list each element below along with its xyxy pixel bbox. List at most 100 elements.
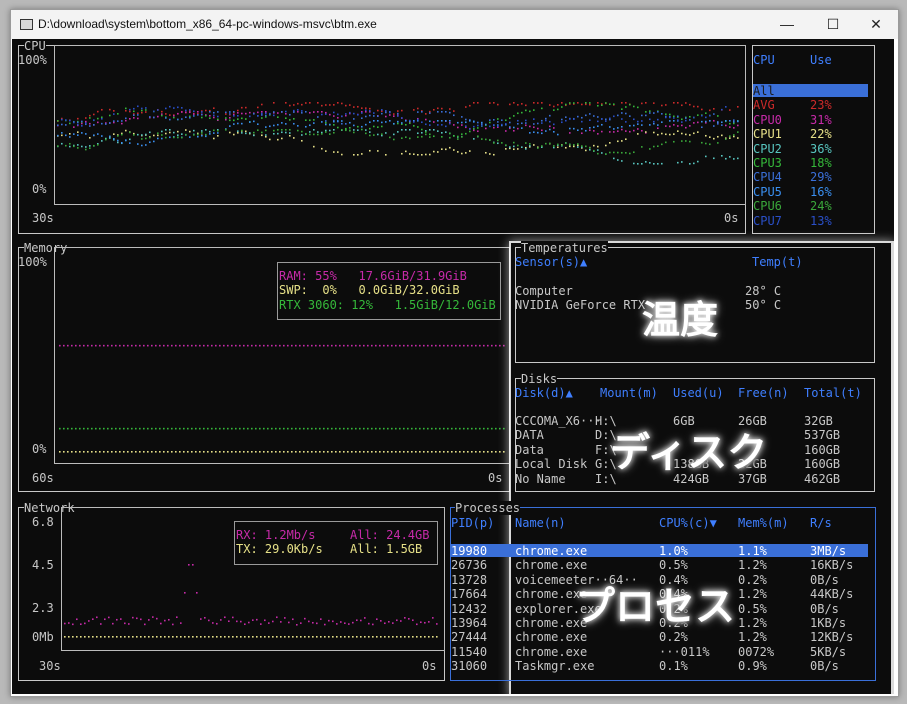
process-cell[interactable]: 1KB/s — [810, 616, 846, 630]
cpu-trace — [57, 129, 739, 165]
disk-column-header[interactable]: Total(t) — [804, 386, 862, 400]
terminal-window: D:\download\system\bottom_x86_64-pc-wind… — [10, 9, 899, 697]
process-column-header[interactable]: Mem%(m) — [738, 516, 789, 530]
disk-column-header[interactable]: Free(n) — [738, 386, 789, 400]
title-bar[interactable]: D:\download\system\bottom_x86_64-pc-wind… — [11, 10, 898, 39]
process-column-header[interactable]: PID(p) — [451, 516, 494, 530]
swap-trace — [59, 451, 505, 453]
cpu-legend-name[interactable]: AVG — [753, 98, 775, 112]
process-cell[interactable]: 44KB/s — [810, 587, 853, 601]
process-cell[interactable]: 26736 — [451, 558, 487, 572]
network-y-label: 6.8 — [32, 515, 54, 529]
process-cell[interactable]: 3MB/s — [810, 544, 846, 558]
process-cell[interactable]: 1.2% — [738, 587, 767, 601]
process-cell[interactable]: 0.2% — [738, 573, 767, 587]
process-cell[interactable]: 0.1% — [659, 659, 688, 673]
cpu-legend-name[interactable]: CPU0 — [753, 113, 782, 127]
cpu-legend-name[interactable]: All — [753, 84, 775, 98]
process-cell[interactable]: 1.1% — [738, 544, 767, 558]
cpu-legend-use[interactable]: 13% — [810, 214, 832, 228]
process-column-header[interactable]: R/s — [810, 516, 832, 530]
cpu-trace — [57, 129, 739, 156]
disks-panel-title: Disks — [521, 372, 558, 386]
temp-row-value: 28° C — [745, 284, 782, 298]
cpu-legend-use[interactable]: 18% — [810, 156, 832, 170]
close-button[interactable]: ✕ — [854, 10, 898, 39]
disk-cell: Local Disk — [515, 457, 588, 472]
disk-cell: 462GB — [804, 471, 841, 486]
process-cell[interactable]: 0072% — [738, 645, 774, 659]
temp-col-temp[interactable]: Temp(t) — [752, 255, 803, 269]
process-cell[interactable]: 0B/s — [810, 659, 839, 673]
cpu-legend-name[interactable]: CPU4 — [753, 170, 782, 184]
minimize-button[interactable]: — — [765, 10, 809, 39]
process-cell[interactable]: Taskmgr.exe — [515, 659, 594, 673]
process-cell[interactable]: 0.5% — [738, 602, 767, 616]
process-column-header[interactable]: CPU%(c)▼ — [659, 516, 717, 530]
process-cell[interactable]: 1.2% — [738, 558, 767, 572]
network-y-label: 2.3 — [32, 601, 54, 615]
process-cell[interactable]: 0.5% — [659, 558, 688, 572]
process-cell[interactable]: 1.0% — [659, 544, 688, 558]
memory-x-right: 0s — [488, 471, 503, 485]
cpu-legend-use[interactable]: 24% — [810, 199, 832, 213]
network-y-label: 0Mb — [32, 630, 54, 644]
disk-cell: DATA — [515, 428, 544, 443]
process-cell[interactable]: 27444 — [451, 630, 487, 644]
cpu-legend-use[interactable]: 36% — [810, 142, 832, 156]
disks-overlay-caption: ディスク — [610, 430, 768, 476]
network-rx-label: RX: 1.2Mb/s — [236, 528, 316, 542]
process-cell[interactable]: chrome.exe — [515, 558, 587, 572]
process-cell[interactable]: 13964 — [451, 616, 487, 630]
process-cell[interactable]: chrome.exe — [515, 544, 587, 558]
process-cell[interactable]: 12432 — [451, 602, 487, 616]
process-cell[interactable]: 19980 — [451, 544, 487, 558]
cpu-legend-use[interactable]: 31% — [810, 113, 832, 127]
disk-column-header[interactable]: Disk(d)▲ — [515, 386, 573, 400]
process-cell[interactable]: ···011% — [659, 645, 710, 659]
process-cell[interactable]: 0.2% — [659, 630, 688, 644]
rx-trace — [64, 564, 438, 626]
process-cell[interactable]: 13728 — [451, 573, 487, 587]
process-cell[interactable]: 0B/s — [810, 602, 839, 616]
disk-column-header[interactable]: Mount(m) — [600, 386, 658, 400]
process-cell[interactable]: 1.2% — [738, 630, 767, 644]
cpu-trace — [61, 105, 727, 130]
cpu-legend-use[interactable]: 16% — [810, 185, 832, 199]
process-column-header[interactable]: Name(n) — [515, 516, 566, 530]
cpu-x-left: 30s — [32, 211, 54, 225]
memory-ram-label: RAM: 55% 17.6GiB/31.9GiB — [279, 269, 467, 283]
network-x-left: 30s — [39, 659, 61, 673]
disk-cell: CCCOMA_X6··· — [515, 414, 602, 428]
maximize-button[interactable]: ☐ — [811, 10, 855, 39]
processes-overlay-caption: プロセス — [575, 584, 735, 630]
disk-cell: Data — [515, 442, 544, 457]
disk-cell: 537GB — [804, 428, 841, 443]
process-cell[interactable]: 5KB/s — [810, 645, 846, 659]
cpu-legend-name[interactable]: CPU1 — [753, 127, 782, 141]
disk-column-header[interactable]: Used(u) — [673, 386, 724, 400]
process-cell[interactable]: 31060 — [451, 659, 487, 673]
cpu-legend-name[interactable]: CPU2 — [753, 142, 782, 156]
cpu-usage-graph — [57, 102, 739, 165]
process-cell[interactable]: 12KB/s — [810, 630, 853, 644]
cpu-legend-name[interactable]: CPU3 — [753, 156, 782, 170]
temp-col-sensor[interactable]: Sensor(s)▲ — [515, 255, 587, 269]
process-cell[interactable]: 17664 — [451, 587, 487, 601]
cpu-legend-name[interactable]: CPU5 — [753, 185, 782, 199]
process-cell[interactable]: 1.2% — [738, 616, 767, 630]
cpu-legend-name[interactable]: CPU7 — [753, 214, 782, 228]
ram-trace — [59, 344, 505, 347]
process-cell[interactable]: 11540 — [451, 645, 487, 659]
tx-trace — [64, 636, 438, 638]
process-cell[interactable]: chrome.exe — [515, 645, 587, 659]
cpu-legend-use[interactable]: 29% — [810, 170, 832, 184]
cpu-legend-use[interactable]: 23% — [810, 98, 832, 112]
cpu-legend-name[interactable]: CPU6 — [753, 199, 782, 213]
process-cell[interactable]: chrome.exe — [515, 630, 587, 644]
process-cell[interactable]: 16KB/s — [810, 558, 853, 572]
process-cell[interactable]: 0.9% — [738, 659, 767, 673]
cpu-legend-use[interactable]: 22% — [810, 127, 832, 141]
processes-panel-title: Processes — [455, 501, 521, 515]
process-cell[interactable]: 0B/s — [810, 573, 839, 587]
